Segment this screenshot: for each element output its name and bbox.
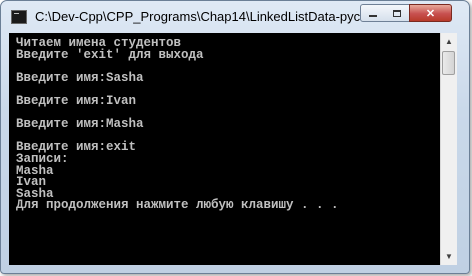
maximize-icon bbox=[393, 9, 401, 17]
close-button[interactable]: ✕ bbox=[409, 4, 452, 22]
console-line: Masha bbox=[16, 163, 54, 178]
scroll-down-button[interactable]: ▼ bbox=[441, 248, 457, 265]
close-icon: ✕ bbox=[425, 7, 436, 20]
console-line: Для продолжения нажмите любую клавишу . … bbox=[16, 198, 339, 213]
maximize-button[interactable] bbox=[385, 4, 410, 22]
console-line: Введите 'exit' для выхода bbox=[16, 47, 204, 62]
title-bar[interactable]: C:\Dev-Cpp\CPP_Programs\Chap14\LinkedLis… bbox=[1, 1, 469, 33]
console-output[interactable]: Читаем имена студентов Введите 'exit' дл… bbox=[9, 33, 440, 265]
scroll-up-button[interactable]: ▲ bbox=[441, 33, 457, 50]
console-line: Введите имя:Sasha bbox=[16, 70, 144, 85]
console-line: Ivan bbox=[16, 175, 47, 190]
arrow-down-icon: ▼ bbox=[445, 252, 453, 261]
arrow-up-icon: ▲ bbox=[445, 37, 453, 46]
vertical-scrollbar[interactable]: ▲ ▼ bbox=[440, 33, 457, 265]
minimize-icon bbox=[369, 15, 377, 17]
console-line: Введите имя:exit bbox=[16, 140, 137, 155]
console-app-icon bbox=[11, 10, 27, 24]
console-window: C:\Dev-Cpp\CPP_Programs\Chap14\LinkedLis… bbox=[0, 0, 470, 274]
minimize-button[interactable] bbox=[360, 4, 386, 22]
scrollbar-thumb[interactable] bbox=[442, 51, 455, 75]
console-line: Записи: bbox=[16, 151, 69, 166]
window-title: C:\Dev-Cpp\CPP_Programs\Chap14\LinkedLis… bbox=[35, 9, 385, 24]
console-text: Читаем имена студентов Введите 'exit' дл… bbox=[9, 33, 440, 212]
console-line: Введите имя:Ivan bbox=[16, 93, 137, 108]
console-line: Введите имя:Masha bbox=[16, 117, 144, 132]
